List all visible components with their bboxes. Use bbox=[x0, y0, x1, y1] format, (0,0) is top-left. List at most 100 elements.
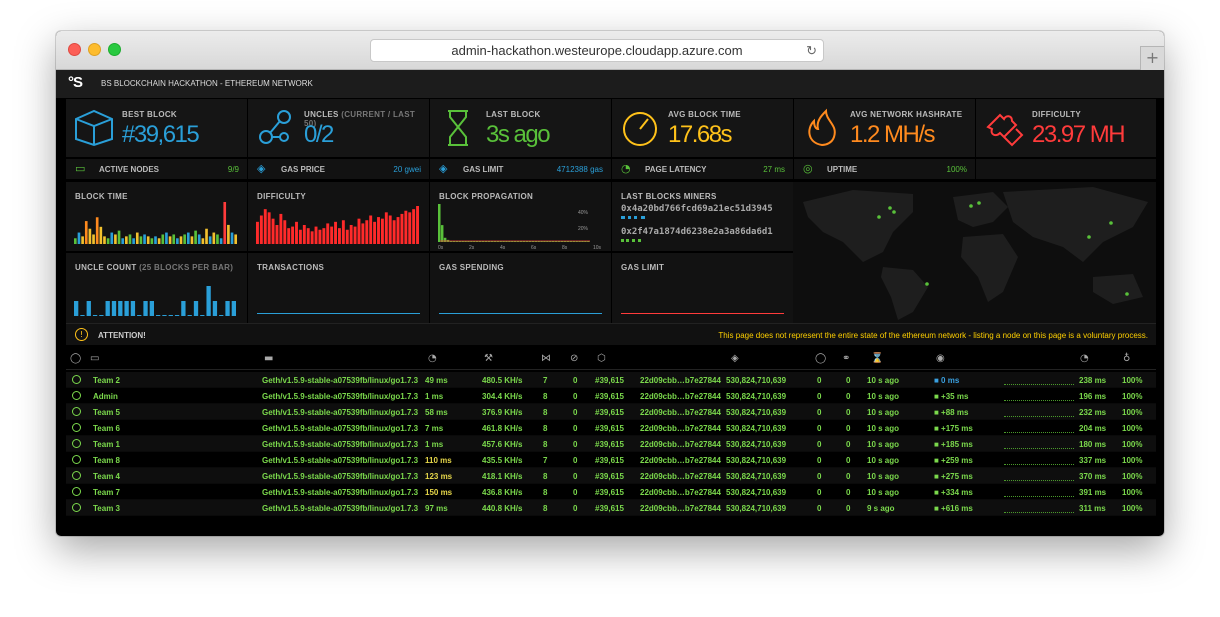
table-row[interactable]: Admin Geth/v1.5.9-stable-a07539fb/linux/g… bbox=[66, 388, 1156, 404]
node-icon[interactable]: ▭ bbox=[90, 353, 99, 364]
block-time-bar bbox=[110, 232, 114, 244]
cell-pending: 0 bbox=[573, 456, 578, 465]
difficulty-bar bbox=[326, 223, 330, 244]
warning-icon: ! bbox=[75, 328, 88, 341]
panel-gas-limit: GAS LIMIT bbox=[612, 253, 793, 323]
close-window-button[interactable] bbox=[68, 43, 81, 56]
avg-propagation-icon[interactable]: ◔ bbox=[1080, 353, 1089, 364]
table-row[interactable]: Team 5 Geth/v1.5.9-stable-a07539fb/linux/… bbox=[66, 404, 1156, 420]
cell-uptime: 100% bbox=[1122, 392, 1143, 401]
pickaxe-icon[interactable]: ⚒ bbox=[484, 353, 493, 364]
client-icon[interactable]: ▬ bbox=[264, 353, 273, 364]
check-icon[interactable]: ◯ bbox=[70, 353, 81, 364]
cell-peers: 8 bbox=[543, 424, 548, 433]
panel-uncle-count: UNCLE COUNT (25 BLOCKS PER BAR) bbox=[66, 253, 247, 323]
uptime-icon[interactable]: ♁ bbox=[1123, 353, 1130, 364]
cell-peers: 7 bbox=[543, 376, 548, 385]
table-row[interactable]: Team 7 Geth/v1.5.9-stable-a07539fb/linux/… bbox=[66, 484, 1156, 500]
hourglass-header-icon[interactable]: ⌛ bbox=[871, 353, 883, 364]
table-row[interactable]: Team 2 Geth/v1.5.9-stable-a07539fb/linux/… bbox=[66, 372, 1156, 388]
minimize-window-button[interactable] bbox=[88, 43, 101, 56]
uncle-count-bar bbox=[99, 315, 104, 316]
stat-uncles: UNCLES (CURRENT / LAST 50) 0/2 bbox=[248, 99, 429, 157]
block-time-bar bbox=[183, 234, 186, 244]
cell-pending: 0 bbox=[573, 440, 578, 449]
block-time-bar bbox=[212, 232, 216, 244]
cell-hash: 22d09cbb…b7e27844 bbox=[640, 392, 721, 401]
cell-difficulty: 530,824,710,639 bbox=[726, 504, 787, 513]
block-time-bar bbox=[154, 236, 157, 244]
difficulty-tag-icon[interactable]: ◈ bbox=[731, 353, 739, 364]
timer-icon: ◔ bbox=[621, 162, 631, 175]
status-circle-icon bbox=[72, 375, 81, 384]
uncle-count-bar bbox=[231, 301, 236, 316]
cell-txs: 0 bbox=[846, 488, 851, 497]
node-map[interactable] bbox=[793, 182, 1156, 323]
propagation-sparkline bbox=[1004, 511, 1074, 513]
cell-avgprop: 311 ms bbox=[1079, 504, 1106, 513]
table-row[interactable]: Team 8 Geth/v1.5.9-stable-a07539fb/linux/… bbox=[66, 452, 1156, 468]
block-time-bar bbox=[197, 234, 201, 244]
stat-label: BEST BLOCK bbox=[122, 110, 177, 119]
difficulty-bar bbox=[314, 226, 318, 244]
block-time-bar bbox=[176, 238, 179, 244]
block-time-bar bbox=[99, 226, 103, 244]
app-title: BS BLOCKCHAIN HACKATHON - ETHEREUM NETWO… bbox=[101, 79, 313, 88]
uncle-count-bar bbox=[212, 301, 218, 316]
block-icon[interactable]: ⬡ bbox=[597, 353, 606, 364]
block-time-bar bbox=[168, 236, 172, 244]
block-time-bar bbox=[106, 238, 110, 244]
cell-client: Geth/v1.5.9-stable-a07539fb/linux/go1.7.… bbox=[262, 440, 419, 449]
block-time-bar bbox=[157, 238, 161, 244]
difficulty-bar bbox=[404, 210, 408, 244]
block-time-chart bbox=[74, 202, 237, 244]
uncle-count-bar bbox=[219, 315, 224, 316]
stat-difficulty: DIFFICULTY 23.97 MH bbox=[976, 99, 1156, 157]
cell-uncles: 0 bbox=[817, 456, 822, 465]
cell-latency: 49 ms bbox=[425, 376, 448, 385]
uncle-count-bar bbox=[74, 301, 79, 316]
cell-block: #39,615 bbox=[595, 392, 624, 401]
cell-last: 10 s ago bbox=[867, 376, 900, 385]
address-bar[interactable]: admin-hackathon.westeurope.cloudapp.azur… bbox=[370, 39, 824, 62]
info-gas-limit: ◈ GAS LIMIT 4712388 gas bbox=[430, 159, 611, 179]
difficulty-bar bbox=[388, 215, 392, 244]
uncles-check-icon[interactable]: ◯ bbox=[815, 353, 826, 364]
block-time-bar bbox=[103, 236, 106, 244]
peers-icon[interactable]: ⋈ bbox=[541, 353, 551, 364]
table-row[interactable]: Team 6 Geth/v1.5.9-stable-a07539fb/linux/… bbox=[66, 420, 1156, 436]
latency-icon[interactable]: ◔ bbox=[428, 353, 437, 364]
uncles-header-icon[interactable]: ⚭ bbox=[842, 353, 850, 364]
gauge-icon bbox=[623, 112, 657, 146]
cell-hashrate: 480.5 KH/s bbox=[482, 376, 523, 385]
propagation-x-tick: 4s bbox=[500, 245, 506, 251]
difficulty-bar bbox=[357, 218, 361, 244]
stat-value: 0/2 bbox=[304, 121, 334, 148]
uncles-icon bbox=[259, 110, 291, 144]
cell-peers: 8 bbox=[543, 472, 548, 481]
zoom-window-button[interactable] bbox=[108, 43, 121, 56]
uncle-count-bar bbox=[181, 301, 186, 316]
uncle-count-bar bbox=[174, 315, 180, 316]
cell-name: Admin bbox=[93, 392, 118, 401]
cell-block: #39,615 bbox=[595, 424, 624, 433]
table-row[interactable]: Team 4 Geth/v1.5.9-stable-a07539fb/linux/… bbox=[66, 468, 1156, 484]
new-tab-button[interactable]: + bbox=[1140, 46, 1164, 70]
stat-last-block: LAST BLOCK 3s ago bbox=[430, 99, 611, 157]
cell-block: #39,615 bbox=[595, 376, 624, 385]
block-time-bar bbox=[216, 234, 219, 244]
reload-icon[interactable]: ↻ bbox=[806, 40, 817, 61]
cell-latency: 7 ms bbox=[425, 424, 444, 433]
cell-prop: ■ +259 ms bbox=[934, 456, 973, 465]
cell-hash: 22d09cbb…b7e27844 bbox=[640, 376, 721, 385]
difficulty-bar bbox=[259, 215, 263, 244]
cell-uptime: 100% bbox=[1122, 440, 1143, 449]
pending-icon[interactable]: ⊘ bbox=[570, 353, 578, 364]
table-row[interactable]: Team 1 Geth/v1.5.9-stable-a07539fb/linux/… bbox=[66, 436, 1156, 452]
info-label: GAS PRICE bbox=[281, 165, 326, 174]
cell-hash: 22d09cbb…b7e27844 bbox=[640, 408, 721, 417]
table-row[interactable]: Team 3 Geth/v1.5.9-stable-a07539fb/linux/… bbox=[66, 500, 1156, 516]
difficulty-bar bbox=[330, 226, 334, 244]
difficulty-bar bbox=[279, 213, 283, 244]
propagation-icon[interactable]: ◉ bbox=[936, 353, 945, 364]
